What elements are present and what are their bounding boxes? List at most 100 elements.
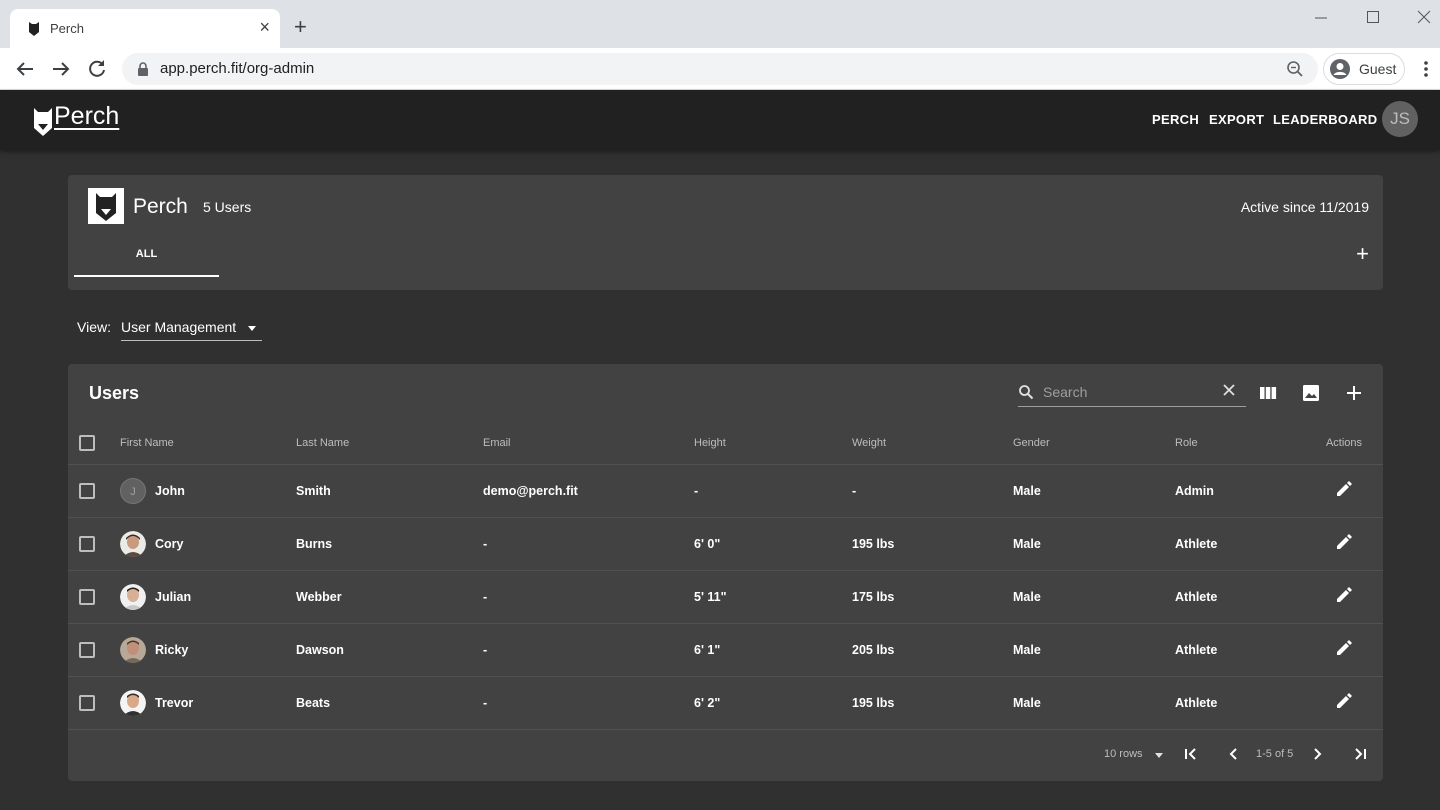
add-group-icon[interactable]: + [1356, 243, 1369, 265]
first-name: John [155, 483, 185, 498]
org-name: Perch [133, 195, 188, 218]
tab-all[interactable]: ALL [74, 237, 219, 277]
row-checkbox[interactable] [79, 641, 95, 658]
edit-icon[interactable] [1335, 692, 1353, 710]
search-icon [1019, 385, 1034, 400]
table-row: Ricky Dawson - 6' 1" 205 lbs Male Athlet… [68, 622, 1383, 676]
last-name: Smith [296, 463, 483, 517]
avatar [120, 636, 146, 663]
col-weight[interactable]: Weight [852, 422, 1013, 464]
browser-tab[interactable]: Perch × [10, 9, 280, 48]
table-header-row: First Name Last Name Email Height Weight… [68, 422, 1383, 464]
edit-icon[interactable] [1335, 533, 1353, 551]
weight: 205 lbs [852, 622, 1013, 676]
dropdown-caret-icon [248, 326, 256, 331]
zoom-icon[interactable] [1286, 60, 1304, 78]
first-page-icon[interactable] [1182, 745, 1200, 763]
nav-export[interactable]: EXPORT [1209, 112, 1264, 127]
email: - [483, 569, 694, 623]
nav-leaderboard[interactable]: LEADERBOARD [1273, 112, 1377, 127]
row-checkbox[interactable] [79, 535, 95, 552]
select-all-cell [68, 422, 108, 464]
tab-close-icon[interactable]: × [259, 18, 270, 36]
gender: Male [1013, 675, 1175, 730]
height: 6' 1" [694, 622, 852, 676]
table-row: J John Smith demo@perch.fit - - Male Adm… [68, 463, 1383, 517]
org-user-count: 5 Users [203, 199, 252, 215]
edit-icon[interactable] [1335, 480, 1353, 498]
col-actions: Actions [1325, 436, 1363, 449]
role: Athlete [1175, 569, 1305, 623]
row-checkbox[interactable] [79, 694, 95, 711]
first-name-cell: Cory [108, 516, 296, 570]
columns-icon[interactable] [1258, 383, 1278, 403]
rows-caret-icon[interactable] [1155, 753, 1163, 758]
first-name-cell: Trevor [108, 675, 296, 730]
lock-icon [138, 62, 148, 76]
role: Athlete [1175, 622, 1305, 676]
close-window-icon[interactable] [1417, 10, 1431, 24]
org-logo-icon [88, 188, 124, 224]
table-pagination: 10 rows 1-5 of 5 [68, 740, 1383, 770]
edit-icon[interactable] [1335, 586, 1353, 604]
edit-icon[interactable] [1335, 639, 1353, 657]
avatar [120, 689, 146, 716]
col-role[interactable]: Role [1175, 422, 1305, 464]
row-select-cell [68, 569, 108, 623]
maximize-icon[interactable] [1366, 10, 1380, 24]
row-select-cell [68, 463, 108, 517]
col-email[interactable]: Email [483, 422, 694, 464]
next-page-icon[interactable] [1308, 745, 1326, 763]
last-page-icon[interactable] [1351, 745, 1369, 763]
browser-toolbar: app.perch.fit/org-admin Guest [0, 48, 1440, 90]
col-last-name[interactable]: Last Name [296, 422, 483, 464]
row-checkbox[interactable] [79, 588, 95, 605]
profile-button[interactable]: Guest [1323, 53, 1405, 85]
back-arrow-icon[interactable] [13, 57, 37, 81]
email: - [483, 622, 694, 676]
row-checkbox[interactable] [79, 482, 95, 499]
perch-bird-icon [34, 108, 52, 136]
clear-search-icon[interactable] [1222, 383, 1236, 397]
image-icon[interactable] [1301, 383, 1321, 403]
gender: Male [1013, 516, 1175, 570]
url-text: app.perch.fit/org-admin [160, 60, 315, 77]
user-avatar[interactable]: JS [1382, 101, 1418, 137]
new-tab-icon[interactable]: + [294, 16, 307, 38]
first-name-cell: Ricky [108, 622, 296, 676]
weight: 195 lbs [852, 516, 1013, 570]
table-row: Julian Webber - 5' 11" 175 lbs Male Athl… [68, 569, 1383, 623]
rows-per-page-select[interactable]: 10 rows [1104, 748, 1143, 760]
row-select-cell [68, 516, 108, 570]
last-name: Dawson [296, 622, 483, 676]
email: - [483, 675, 694, 730]
previous-page-icon[interactable] [1225, 745, 1243, 763]
perch-favicon-icon [29, 22, 39, 36]
first-name: Trevor [155, 695, 194, 710]
reload-icon[interactable] [85, 57, 109, 81]
last-name: Webber [296, 569, 483, 623]
view-select[interactable]: User Management [121, 317, 262, 341]
select-all-checkbox[interactable] [79, 434, 95, 451]
email: - [483, 516, 694, 570]
add-user-icon[interactable] [1344, 383, 1364, 403]
col-gender[interactable]: Gender [1013, 422, 1175, 464]
search-input[interactable] [1043, 382, 1213, 402]
col-height[interactable]: Height [694, 422, 852, 464]
users-title: Users [89, 383, 140, 403]
page-info: 1-5 of 5 [1256, 748, 1294, 760]
browser-menu-icon[interactable] [1418, 57, 1434, 81]
col-first-name[interactable]: First Name [108, 422, 296, 464]
height: - [694, 463, 852, 517]
app-header: Perch PERCH EXPORT LEADERBOARD JS [0, 90, 1440, 150]
view-select-value: User Management [121, 319, 237, 335]
address-bar[interactable]: app.perch.fit/org-admin [122, 53, 1318, 85]
role: Athlete [1175, 516, 1305, 570]
nav-perch[interactable]: PERCH [1152, 112, 1199, 127]
avatar [120, 530, 146, 557]
minimize-icon[interactable] [1314, 10, 1328, 24]
forward-arrow-icon[interactable] [49, 57, 73, 81]
account-circle-icon [1330, 59, 1350, 79]
gender: Male [1013, 569, 1175, 623]
table-row: Cory Burns - 6' 0" 195 lbs Male Athlete [68, 516, 1383, 570]
